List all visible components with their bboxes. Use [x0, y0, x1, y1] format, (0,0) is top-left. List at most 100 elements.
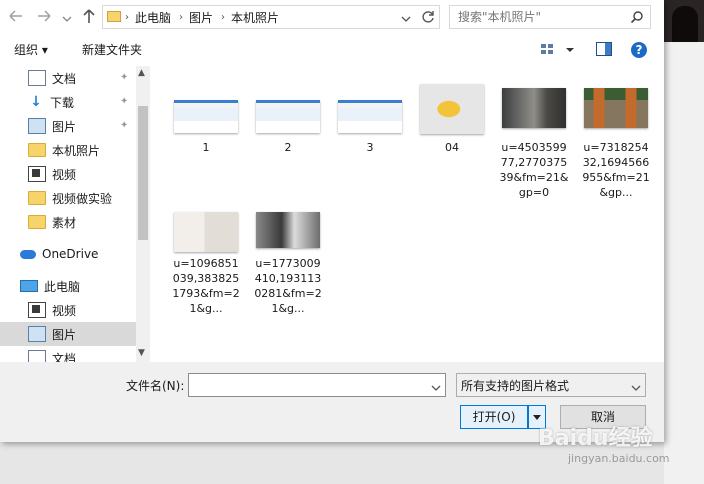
sidebar-item-label: 视频做实验: [52, 191, 113, 206]
sidebar-item-label: 文档: [52, 351, 77, 363]
file-thumbnail: [174, 212, 238, 252]
sidebar-item-label: 视频: [52, 303, 77, 318]
file-thumbnail: [338, 100, 402, 133]
picture-icon: [28, 326, 46, 342]
new-folder-button[interactable]: 新建文件夹: [82, 42, 142, 58]
sidebar-item-label: 素材: [52, 215, 77, 230]
chevron-down-icon: [631, 381, 641, 395]
scroll-down-icon[interactable]: ▼: [138, 348, 145, 358]
folder-icon: [28, 191, 46, 205]
video-icon: [28, 302, 46, 318]
sidebar-item[interactable]: ↓ 下载 ✦: [0, 90, 136, 114]
document-icon: [28, 70, 46, 86]
pin-icon: ✦: [120, 96, 129, 107]
file-thumbnail: [502, 88, 566, 128]
video-icon: [28, 166, 46, 182]
file-item[interactable]: 04: [416, 74, 488, 204]
sidebar-item[interactable]: 文档 ✦: [0, 66, 136, 90]
file-thumbnail: [256, 100, 320, 133]
sidebar-item[interactable]: 图片: [0, 322, 136, 346]
file-item[interactable]: 3: [334, 74, 406, 204]
search-input[interactable]: [450, 6, 630, 28]
open-file-dialog: › 此电脑 › 图片 › 本机照片 组织 ▾ 新建文件夹 ? 文档✦↓下载✦图片…: [0, 0, 664, 442]
pin-icon: ✦: [120, 72, 129, 83]
sidebar-item[interactable]: 文档: [0, 346, 136, 362]
watermark-url: jingyan.baidu.com: [568, 452, 670, 465]
breadcrumb-local-photos[interactable]: 本机照片: [231, 9, 279, 26]
up-button[interactable]: [80, 6, 98, 26]
sidebar-item[interactable]: OneDrive: [0, 242, 136, 266]
sidebar-item[interactable]: 素材: [0, 210, 136, 234]
sidebar-item-label: 下载: [50, 95, 75, 110]
file-item[interactable]: u=450359977,277037539&fm=21&gp=0: [498, 74, 570, 204]
recent-locations-button[interactable]: [62, 12, 72, 22]
sidebar-item-label: 本机照片: [52, 143, 101, 158]
view-grid-icon: [541, 44, 574, 54]
file-item[interactable]: u=1773009410,1931130281&fm=21&g...: [252, 208, 324, 338]
background-photo: [664, 0, 704, 42]
organize-menu[interactable]: 组织 ▾: [14, 42, 48, 58]
sidebar-item-label: OneDrive: [42, 247, 99, 261]
file-item[interactable]: 2: [252, 74, 324, 204]
chevron-down-icon[interactable]: [431, 381, 441, 395]
sidebar-item-label: 视频: [52, 167, 77, 182]
navigation-pane: 文档 ✦ ↓ 下载 ✦ 图片 ✦ 本机照片 视频 视频做实验 素材 OneDrive 此电脑 视频 图片 文档: [0, 66, 150, 362]
file-item[interactable]: u=1096851039,3838251793&fm=21&g...: [170, 208, 242, 338]
file-name: u=1096851039,3838251793&fm=21&g...: [172, 257, 240, 315]
file-item[interactable]: 1: [170, 74, 242, 204]
sidebar-item[interactable]: 视频: [0, 162, 136, 186]
open-button[interactable]: 打开(O): [460, 405, 528, 429]
scroll-up-icon[interactable]: ▲: [138, 68, 145, 78]
folder-icon: [28, 215, 46, 229]
folder-icon: [28, 143, 46, 157]
sidebar-item-label: 此电脑: [44, 279, 81, 294]
refresh-button[interactable]: [417, 5, 440, 29]
chevron-down-icon: [62, 16, 72, 22]
file-name: u=450359977,277037539&fm=21&gp=0: [499, 141, 569, 199]
address-dropdown-icon[interactable]: [401, 12, 411, 26]
refresh-icon: [422, 11, 434, 23]
file-thumbnail: [174, 100, 238, 133]
help-button[interactable]: ?: [630, 41, 648, 59]
filename-label: 文件名(N):: [126, 379, 185, 393]
preview-pane-icon: [596, 42, 612, 56]
filename-field[interactable]: [188, 373, 446, 397]
baidu-watermark: Baidu经验: [538, 426, 653, 451]
file-name: 3: [366, 141, 374, 154]
scrollbar-thumb[interactable]: [138, 106, 148, 240]
folder-icon: [107, 10, 121, 22]
sidebar-item[interactable]: 图片 ✦: [0, 114, 136, 138]
address-bar[interactable]: › 此电脑 › 图片 › 本机照片: [102, 5, 418, 29]
sidebar-item-label: 图片: [52, 327, 77, 342]
file-name: u=1773009410,1931130281&fm=21&g...: [254, 257, 322, 315]
breadcrumb-this-pc[interactable]: 此电脑: [135, 9, 171, 26]
sidebar-item[interactable]: 本机照片: [0, 138, 136, 162]
file-name: 2: [284, 141, 292, 154]
file-thumbnail: [584, 88, 648, 128]
computer-icon: [20, 280, 38, 292]
search-box: [449, 5, 651, 29]
sidebar-item[interactable]: 视频: [0, 298, 136, 322]
document-icon: [28, 350, 46, 362]
pin-icon: ✦: [120, 120, 129, 131]
back-button[interactable]: [6, 0, 26, 32]
breadcrumb-pictures[interactable]: 图片: [189, 9, 213, 26]
forward-button[interactable]: [34, 0, 54, 32]
search-icon[interactable]: [630, 10, 644, 27]
file-name: 04: [445, 141, 459, 154]
file-name: u=731825432,1694566955&fm=21&gp...: [582, 141, 650, 199]
view-options-button[interactable]: [540, 42, 580, 58]
background-window: [664, 0, 704, 484]
file-item[interactable]: u=731825432,1694566955&fm=21&gp...: [580, 74, 652, 204]
sidebar-item[interactable]: 视频做实验: [0, 186, 136, 210]
sidebar-item[interactable]: 此电脑: [0, 274, 136, 298]
file-thumbnail: [420, 84, 484, 134]
svg-text:?: ?: [636, 43, 643, 57]
arrow-right-icon: [38, 10, 51, 22]
preview-pane-button[interactable]: [596, 42, 612, 58]
filetype-select[interactable]: 所有支持的图片格式: [456, 373, 646, 397]
arrow-left-icon: [9, 10, 22, 22]
file-thumbnail: [256, 212, 320, 248]
cloud-icon: [20, 249, 36, 259]
file-name: 1: [202, 141, 210, 154]
